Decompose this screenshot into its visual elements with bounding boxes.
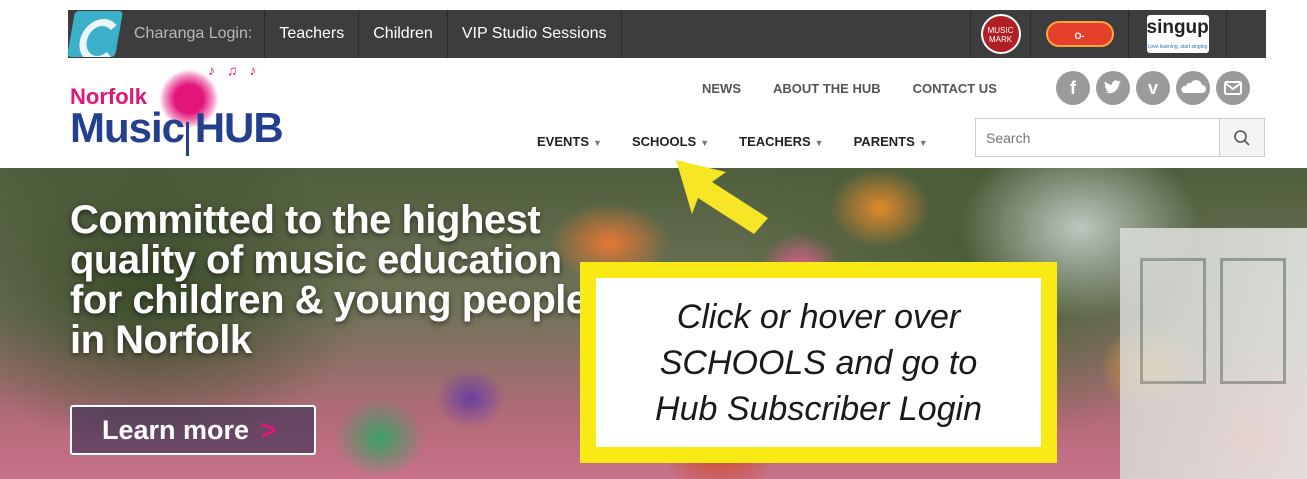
chevron-right-icon: > [260,415,277,445]
search-icon [1234,129,1250,146]
music-notes-icon: ♪ ♫ ♪ [208,62,261,78]
vip-studio-sessions-link[interactable]: VIP Studio Sessions [448,10,622,58]
chevron-down-icon: ▼ [918,138,928,148]
vimeo-icon[interactable]: v [1136,71,1170,105]
sing-up-logo: singup Love learning, start singing [1146,15,1209,53]
callout-text: Click or hover over SCHOOLS and go to Hu… [655,297,982,428]
nav-events[interactable]: EVENTS ▼ [537,134,602,149]
learn-more-button[interactable]: Learn more > [70,405,316,455]
instruction-callout: Click or hover over SCHOOLS and go to Hu… [580,262,1057,463]
chevron-down-icon: ▼ [593,138,602,148]
twitter-icon[interactable] [1096,71,1130,105]
social-links: f v [1056,71,1250,105]
sing-up-badge[interactable]: singup Love learning, start singing [1128,10,1226,58]
chevron-down-icon: ▼ [700,138,710,148]
main-nav: EVENTS ▼ SCHOOLS ▼ TEACHERS ▼ PARENTS ▼ [537,134,958,149]
hero-title: Committed to the highest quality of musi… [70,198,588,362]
nav-parents[interactable]: PARENTS ▼ [854,134,928,149]
email-icon[interactable] [1216,71,1250,105]
search-input[interactable] [976,119,1219,156]
o-generator-logo: O-GENERATOR [1045,21,1114,67]
charanga-teachers-link[interactable]: Teachers [265,10,360,58]
soundcloud-icon[interactable] [1176,71,1210,105]
search-box [975,118,1265,157]
charanga-children-link[interactable]: Children [359,10,448,58]
charanga-logo-icon[interactable] [66,10,124,58]
hero-banner: Committed to the highest quality of musi… [0,168,1307,479]
music-mark-logo: MUSIC MARK [980,14,1021,54]
nav-contact-us[interactable]: CONTACT US [913,81,997,96]
nav-news[interactable]: NEWS [702,81,741,96]
utility-nav: NEWS ABOUT THE HUB CONTACT US [702,81,1029,96]
hero-photo-building [1120,228,1307,479]
norfolk-music-hub-logo[interactable]: ♪ ♫ ♪ Norfolk Music HUB [68,62,298,162]
nav-schools[interactable]: SCHOOLS ▼ [632,134,709,149]
charanga-login-label: Charanga Login: [122,10,266,58]
nav-teachers[interactable]: TEACHERS ▼ [739,134,823,149]
o-generator-badge[interactable]: O-GENERATOR [1030,10,1128,67]
pointer-arrow-icon [676,160,768,234]
logo-music-hub-text: Music HUB [70,104,284,151]
facebook-icon[interactable]: f [1056,71,1090,105]
charanga-bar: Charanga Login: Teachers Children VIP St… [66,10,1266,67]
chevron-down-icon: ▼ [814,138,824,148]
search-button[interactable] [1219,119,1264,156]
music-mark-badge[interactable]: MUSIC MARK [970,10,1030,58]
nav-about-the-hub[interactable]: ABOUT THE HUB [773,81,881,96]
charanga-topbar: Charanga Login: Teachers Children VIP St… [0,0,1307,67]
